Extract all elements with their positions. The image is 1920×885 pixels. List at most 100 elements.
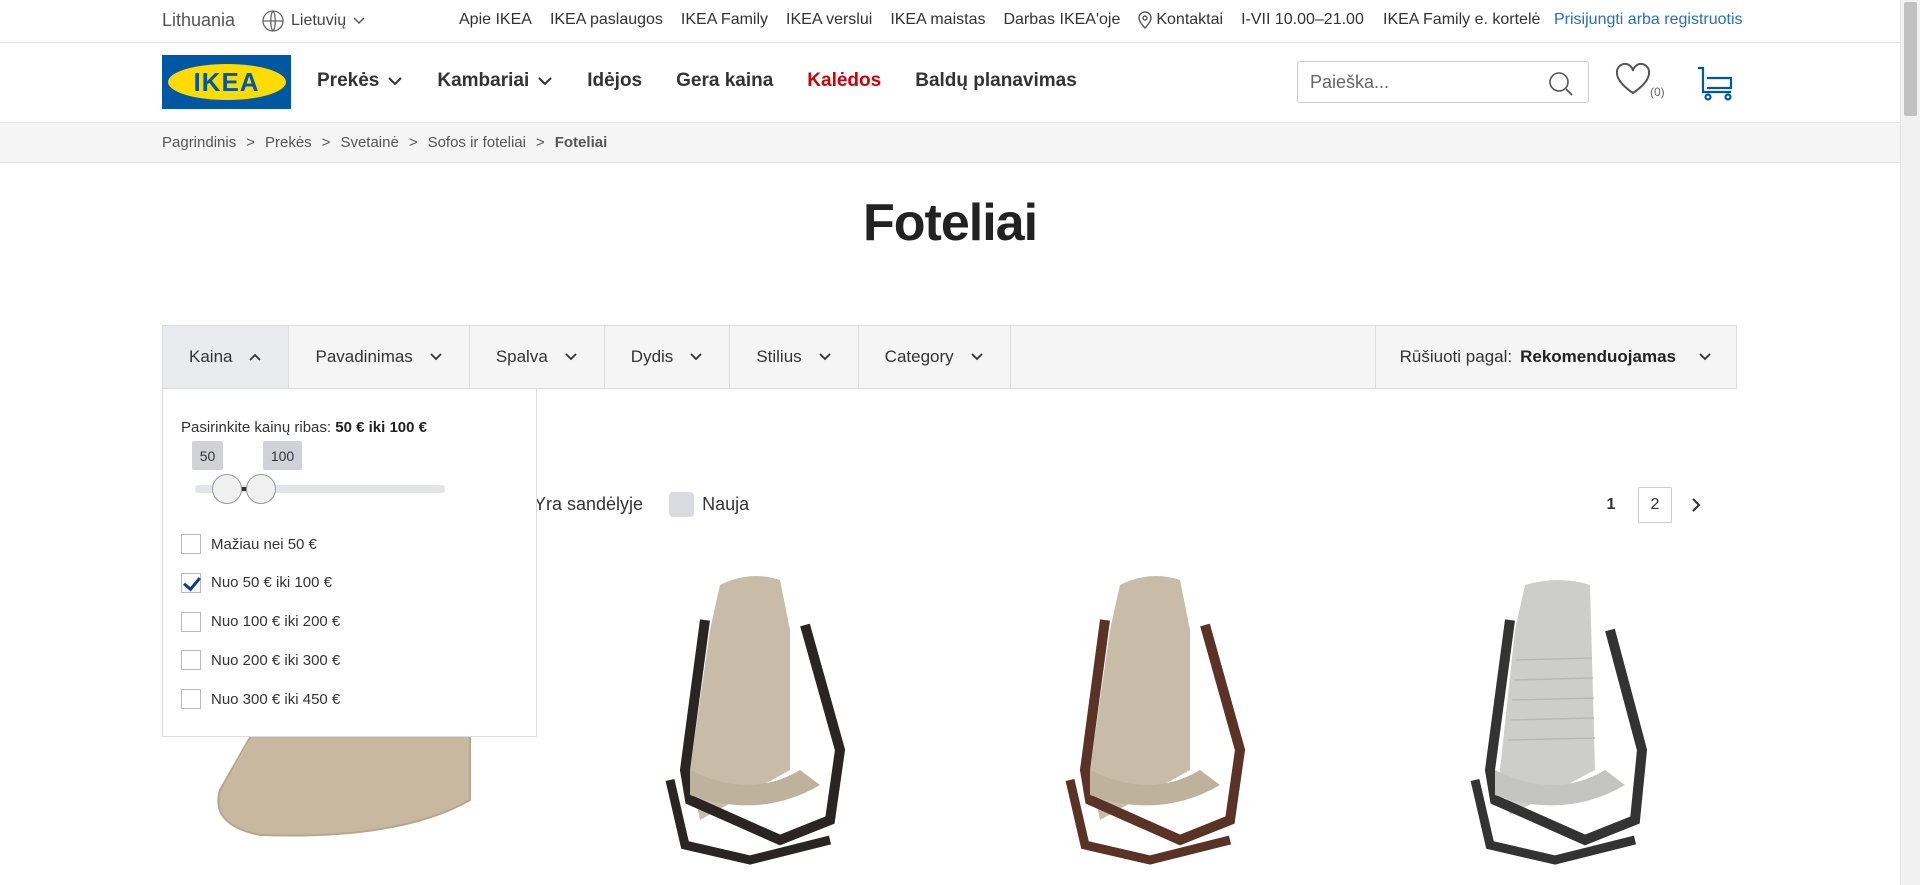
nav-products-label: Prekės [317, 70, 380, 91]
cart-button[interactable] [1696, 65, 1736, 106]
crumb-separator: > [321, 134, 331, 151]
link-business[interactable]: IKEA verslui [786, 11, 872, 29]
chevron-down-icon [1699, 353, 1711, 361]
price-option[interactable]: Nuo 200 € iki 300 € [181, 650, 341, 671]
scrollbar-thumb[interactable] [1904, 2, 1917, 116]
chair-image [1470, 580, 1648, 865]
cart-icon [1698, 66, 1733, 101]
nav-rooms-label: Kambariai [437, 70, 530, 91]
price-filter-panel: Pasirinkite kainų ribas: 50 € iki 100 € … [162, 388, 537, 737]
wishlist-button[interactable]: (0) [1614, 62, 1665, 101]
checkbox[interactable] [181, 650, 201, 671]
breadcrumb-list: Pagrindinis > Prekės > Svetainė > Sofos ir … [162, 134, 607, 151]
chevron-down-icon [690, 353, 702, 361]
crumb-products[interactable]: Prekės [265, 134, 312, 151]
login-link[interactable]: Prisijungti arba registruotis [1554, 11, 1743, 29]
new-checkbox[interactable] [669, 492, 695, 517]
utility-links: Apie IKEA IKEA paslaugos IKEA Family IKE… [459, 11, 1364, 29]
new-label: Nauja [702, 494, 750, 514]
search-input[interactable] [1310, 70, 1530, 94]
max-price-tooltip: 100 [263, 441, 302, 470]
price-option[interactable]: Nuo 50 € iki 100 € [181, 572, 340, 593]
crumb-living-room[interactable]: Svetainė [340, 134, 398, 151]
price-range-prefix: Pasirinkite kainų ribas: [181, 419, 332, 436]
nav-planning[interactable]: Baldų planavimas [915, 70, 1077, 92]
product-image-2[interactable] [630, 570, 860, 875]
nav-christmas[interactable]: Kalėdos [807, 70, 881, 92]
product-image-3[interactable] [1030, 570, 1260, 875]
price-option-label: Mažiau nei 50 € [211, 535, 317, 553]
sort-value: Rekomenduojamas [1520, 347, 1676, 366]
link-services[interactable]: IKEA paslaugos [550, 11, 663, 29]
location-pin-icon [1138, 11, 1153, 29]
language-selector[interactable]: Lietuvių [261, 9, 366, 33]
nav-good-price[interactable]: Gera kaina [676, 70, 773, 92]
checkbox[interactable] [181, 534, 201, 554]
link-about[interactable]: Apie IKEA [459, 11, 532, 29]
in-stock-label: Yra sandėlyje [534, 494, 644, 514]
globe-icon [262, 10, 284, 32]
checkbox[interactable] [181, 689, 201, 710]
page-next-number[interactable]: 2 [1638, 487, 1672, 523]
price-option[interactable]: Mažiau nei 50 € [181, 534, 340, 554]
nav-products[interactable]: Prekės [317, 70, 403, 92]
filter-category[interactable]: Category [859, 326, 1011, 388]
chevron-down-icon [819, 353, 831, 361]
in-stock-toggle[interactable]: Yra sandėlyje [534, 494, 643, 515]
link-food[interactable]: IKEA maistas [890, 11, 985, 29]
crumb-current: Foteliai [554, 134, 608, 151]
page-title: Foteliai [862, 194, 1038, 252]
link-family[interactable]: IKEA Family [681, 11, 768, 29]
language-label: Lietuvių [291, 12, 347, 29]
checkbox-checked[interactable] [181, 572, 201, 593]
page-scrollbar[interactable] [1900, 0, 1920, 885]
price-option-label: Nuo 100 € iki 200 € [211, 613, 341, 631]
filter-size[interactable]: Dydis [605, 326, 731, 388]
checkbox[interactable] [181, 611, 201, 632]
filter-color[interactable]: Spalva [470, 326, 605, 388]
price-option-label: Nuo 200 € iki 300 € [211, 651, 341, 669]
crumb-separator: > [246, 134, 255, 151]
link-jobs[interactable]: Darbas IKEA'oje [1003, 11, 1120, 29]
breadcrumb: Pagrindinis > Prekės > Svetainė > Sofos ir … [0, 123, 1900, 163]
price-option[interactable]: Nuo 300 € iki 450 € [181, 689, 341, 710]
chevron-down-icon [971, 353, 983, 361]
chevron-down-icon [353, 17, 365, 25]
price-slider-min-handle[interactable] [212, 474, 242, 504]
family-card-link[interactable]: IKEA Family e. kortelė [1383, 11, 1540, 29]
pagination: 1 2 [1598, 487, 1706, 523]
new-toggle[interactable]: Nauja [669, 492, 749, 517]
logo-oval: IKEA [167, 64, 286, 100]
search-icon[interactable] [1548, 71, 1574, 97]
price-option[interactable]: Nuo 100 € iki 200 € [181, 611, 341, 632]
wishlist-count: (0) [1650, 85, 1665, 99]
nav-rooms[interactable]: Kambariai [437, 70, 553, 92]
chevron-down-icon [430, 353, 442, 361]
nav-ideas[interactable]: Idėjos [587, 70, 642, 92]
country-label[interactable]: Lithuania [162, 10, 235, 31]
store-hours: I-VII 10.00–21.00 [1241, 11, 1364, 28]
page-current[interactable]: 1 [1598, 496, 1624, 514]
filter-bar: Kaina Pavadinimas Spalva Dydis Stilius C… [162, 325, 1737, 389]
crumb-sofas[interactable]: Sofos ir foteliai [428, 134, 526, 151]
filter-name[interactable]: Pavadinimas [289, 326, 470, 388]
main-header: IKEA Prekės Kambariai Idėjos Gera kaina … [0, 43, 1900, 123]
chevron-right-icon[interactable] [1686, 495, 1706, 515]
crumb-separator: > [408, 134, 418, 151]
filter-style[interactable]: Stilius [730, 326, 859, 388]
product-image-4[interactable] [1430, 570, 1660, 875]
filter-color-label: Spalva [495, 347, 548, 366]
chevron-down-icon [538, 77, 552, 86]
filter-name-label: Pavadinimas [315, 347, 413, 366]
filter-price[interactable]: Kaina [163, 326, 290, 388]
crumb-home[interactable]: Pagrindinis [162, 134, 236, 151]
chevron-down-icon [388, 77, 403, 86]
chevron-up-icon [249, 353, 262, 361]
sort-dropdown[interactable]: Rūšiuoti pagal: Rekomenduojamas [1376, 326, 1736, 388]
price-option-label: Nuo 300 € iki 450 € [211, 690, 341, 708]
chair-image [665, 576, 846, 865]
ikea-logo[interactable]: IKEA [162, 55, 291, 109]
quick-filters: Yra sandėlyje Nauja [534, 492, 749, 517]
link-contact[interactable]: Kontaktai [1138, 11, 1223, 29]
price-slider-max-handle[interactable] [246, 474, 276, 504]
